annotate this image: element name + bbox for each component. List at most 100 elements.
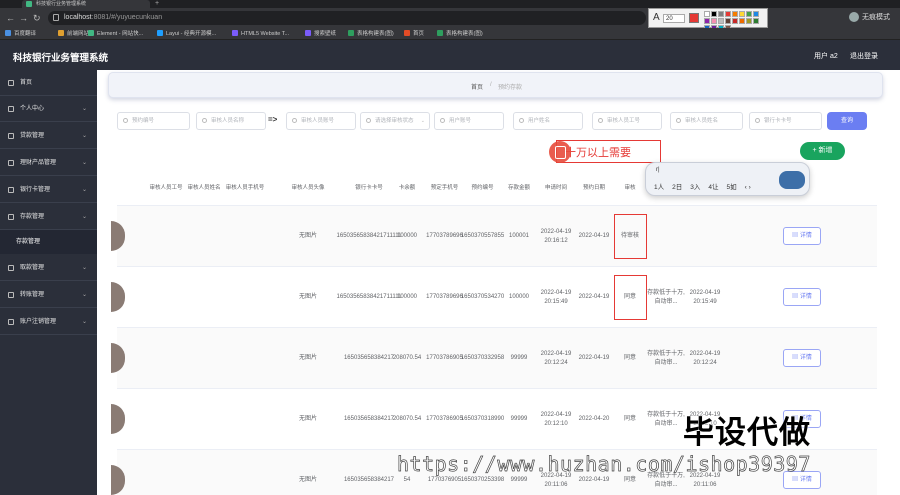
bookmark-label: 首页 xyxy=(413,31,425,37)
back-icon[interactable]: ← xyxy=(6,12,15,24)
bookmark-item[interactable]: 搜索壁纸 xyxy=(305,28,336,40)
logout-link[interactable]: 退出登录 xyxy=(850,51,878,61)
bookmark-item[interactable]: 前端网站 xyxy=(58,28,89,40)
new-tab-icon[interactable]: + xyxy=(155,0,159,8)
color-swatch[interactable] xyxy=(718,11,724,17)
sidebar-item[interactable]: 理财产品管理 ⌄ xyxy=(0,150,97,176)
column-header: 存款金额 xyxy=(507,185,530,191)
font-a-icon[interactable]: A xyxy=(653,12,660,23)
color-swatch[interactable] xyxy=(732,11,738,17)
annotation-highlight-box xyxy=(614,275,647,320)
color-swatch[interactable] xyxy=(704,18,710,24)
ime-candidate[interactable]: 3入 xyxy=(690,184,700,191)
cell-card-no: 165035658384217 xyxy=(343,355,395,362)
color-swatch[interactable] xyxy=(718,18,724,24)
search-input[interactable]: 审核人员账号 xyxy=(286,112,356,130)
bookmark-item[interactable]: Layui - 经典开源模... xyxy=(157,28,216,40)
ime-logo-icon xyxy=(779,171,805,189)
sidebar-item[interactable]: 存款管理 ⌄ xyxy=(0,204,97,230)
forward-icon[interactable]: → xyxy=(19,12,28,24)
search-placeholder: 预约编号 xyxy=(132,118,155,124)
cell-booking-date: 2022-04-19 xyxy=(578,355,610,362)
menu-icon xyxy=(8,187,14,193)
sidebar-item-label: 转账管理 xyxy=(20,292,45,298)
search-input[interactable]: 预约编号 xyxy=(117,112,190,130)
ime-candidate[interactable]: 4让 xyxy=(708,184,718,191)
bookmark-item[interactable]: 表格构建表(图) xyxy=(437,28,483,40)
column-header: 申请时间 xyxy=(544,185,567,191)
cell-balance: 100000 xyxy=(396,233,418,240)
bookmark-item[interactable]: 百度翻译 xyxy=(5,28,36,40)
sidebar-item[interactable]: 银行卡管理 ⌄ xyxy=(0,177,97,203)
chevron-down-icon: ⌄ xyxy=(420,118,425,124)
ime-page-arrows[interactable]: ‹ › xyxy=(745,184,751,191)
color-swatch[interactable] xyxy=(739,18,745,24)
reload-icon[interactable]: ↻ xyxy=(33,12,41,24)
cell-phone: 17703789696 xyxy=(426,294,463,301)
bookmark-item[interactable]: 首页 xyxy=(404,28,424,40)
cell-amount: 99999 xyxy=(510,416,528,423)
color-swatch[interactable] xyxy=(732,18,738,24)
cell-booking-date: 2022-04-19 xyxy=(578,233,610,240)
bookmark-item[interactable]: HTML5 Website T... xyxy=(232,28,289,40)
sidebar-item[interactable]: 取款管理 ⌄ xyxy=(0,255,97,281)
chevron-down-icon: ⌄ xyxy=(81,133,87,139)
search-icon xyxy=(755,118,760,123)
sidebar-item[interactable]: 贷款管理 ⌄ xyxy=(0,123,97,149)
menu-icon xyxy=(8,160,14,166)
detail-button[interactable]: ▤ 详情 xyxy=(783,288,821,306)
column-header: 卡余额 xyxy=(398,185,416,191)
detail-button[interactable]: ▤ 详情 xyxy=(783,227,821,245)
detail-button-label: 详情 xyxy=(799,355,812,361)
color-swatch[interactable] xyxy=(704,11,710,17)
url-path: :8081/#/yuyuecunkuan xyxy=(91,14,163,21)
breadcrumb-home[interactable]: 首页 xyxy=(471,82,483,91)
search-input[interactable]: 用户姓名 xyxy=(513,112,583,130)
search-input[interactable]: 请选择审核状态 ⌄ xyxy=(360,112,430,130)
bookmark-item[interactable]: 表格构建表(图) xyxy=(348,28,394,40)
ime-candidate[interactable]: 1人 xyxy=(654,184,664,191)
sidebar-subitem-deposit[interactable]: 存款管理 xyxy=(0,230,97,254)
sidebar-item[interactable]: 转账管理 ⌄ xyxy=(0,282,97,308)
cell-apply-time: 2022-04-19 20:16:12 xyxy=(540,229,572,244)
sidebar-item[interactable]: 首页 xyxy=(0,70,97,96)
search-button[interactable]: 查询 xyxy=(827,112,867,130)
color-swatch[interactable] xyxy=(753,11,759,17)
add-button[interactable]: + 新增 xyxy=(800,142,845,160)
detail-button[interactable]: ▤ 详情 xyxy=(783,349,821,367)
current-color-swatch[interactable] xyxy=(689,13,699,23)
color-swatch[interactable] xyxy=(746,11,752,17)
color-swatch[interactable] xyxy=(753,18,759,24)
search-input[interactable]: 银行卡卡号 xyxy=(749,112,822,130)
font-size-select[interactable]: 20 xyxy=(663,14,685,23)
sidebar-item[interactable]: 账户注销管理 ⌄ xyxy=(0,309,97,335)
search-input[interactable]: 审核人员姓名 xyxy=(670,112,743,130)
color-swatch[interactable] xyxy=(711,18,717,24)
search-input[interactable]: 审核人员工号 xyxy=(592,112,662,130)
bookmark-favicon-icon xyxy=(232,30,238,36)
column-header: 审核人员头像 xyxy=(291,185,325,191)
browser-tab[interactable]: 科技银行业务管理系统 xyxy=(22,0,150,8)
search-input[interactable]: 审核人员名称 xyxy=(196,112,266,130)
color-swatch[interactable] xyxy=(725,11,731,17)
ime-candidate[interactable]: 2日 xyxy=(672,184,682,191)
chevron-down-icon: ⌄ xyxy=(81,160,87,166)
color-swatch[interactable] xyxy=(725,18,731,24)
sidebar-item-label: 取款管理 xyxy=(20,265,45,271)
color-swatch[interactable] xyxy=(711,11,717,17)
sidebar-item-label: 个人中心 xyxy=(20,106,45,112)
bookmark-item[interactable]: Element - 网站快... xyxy=(88,28,143,40)
color-swatch[interactable] xyxy=(739,11,745,17)
search-placeholder: 审核人员账号 xyxy=(301,118,335,124)
color-swatch[interactable] xyxy=(746,18,752,24)
sidebar-item[interactable]: 个人中心 ⌄ xyxy=(0,96,97,122)
search-placeholder: 银行卡卡号 xyxy=(764,118,792,124)
bookmark-label: HTML5 Website T... xyxy=(241,31,290,37)
profile-area[interactable]: 无痕模式 xyxy=(849,12,890,24)
ime-candidate[interactable]: 5如 xyxy=(727,184,737,191)
document-icon: ▤ xyxy=(792,355,800,361)
address-bar[interactable]: localhost:8081/#/yuyuecunkuan xyxy=(48,11,646,25)
cell-booking-date: 2022-04-20 xyxy=(578,416,610,423)
search-input[interactable]: 用户账号 xyxy=(434,112,504,130)
annotation-textbox[interactable]: 十万以上需要 xyxy=(556,140,661,163)
